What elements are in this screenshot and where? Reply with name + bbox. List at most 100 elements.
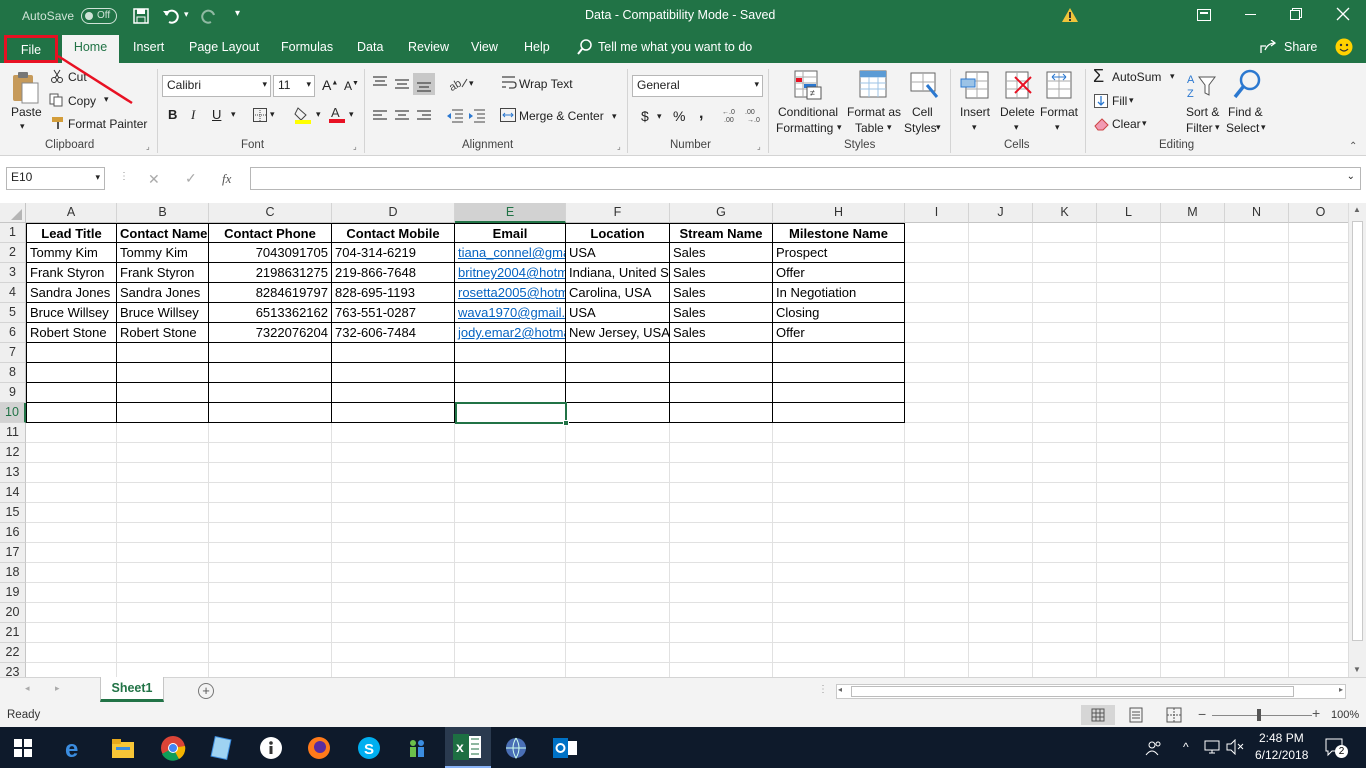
find-select-icon[interactable] bbox=[1232, 69, 1262, 101]
cut-icon[interactable] bbox=[50, 69, 64, 83]
decrease-decimal-icon[interactable]: .00 →.0 bbox=[745, 107, 761, 123]
cancel-entry-icon[interactable]: ✕ bbox=[148, 171, 160, 188]
header-cell[interactable]: Milestone Name bbox=[773, 223, 905, 243]
save-icon[interactable] bbox=[133, 8, 149, 24]
wrap-text-button[interactable]: Wrap Text bbox=[519, 77, 573, 91]
empty-cell[interactable] bbox=[773, 403, 905, 423]
format-as-table-icon[interactable] bbox=[858, 69, 890, 101]
data-cell[interactable]: 732-606-7484 bbox=[332, 323, 455, 343]
font-color-icon[interactable]: A bbox=[328, 105, 346, 123]
tab-review[interactable]: Review bbox=[408, 40, 449, 54]
merge-center-icon[interactable] bbox=[500, 108, 516, 122]
data-cell[interactable]: Carolina, USA bbox=[566, 283, 670, 303]
empty-cell[interactable] bbox=[773, 383, 905, 403]
copy-button[interactable]: Copy bbox=[68, 94, 96, 108]
data-cell[interactable]: Sales bbox=[670, 323, 773, 343]
scroll-down-icon[interactable]: ▼ bbox=[1353, 665, 1361, 674]
tab-page-layout[interactable]: Page Layout bbox=[189, 40, 259, 54]
copy-dropdown-icon[interactable]: ▾ bbox=[104, 94, 109, 105]
alignment-launcher-icon[interactable]: ⌟ bbox=[617, 142, 621, 151]
paste-icon[interactable] bbox=[10, 71, 40, 105]
tab-insert[interactable]: Insert bbox=[133, 40, 164, 54]
row-header-19[interactable]: 19 bbox=[0, 583, 26, 603]
empty-cell[interactable] bbox=[117, 403, 209, 423]
data-cell[interactable]: USA bbox=[566, 243, 670, 263]
row-header-22[interactable]: 22 bbox=[0, 643, 26, 663]
empty-cell[interactable] bbox=[566, 383, 670, 403]
empty-cell[interactable] bbox=[117, 383, 209, 403]
autosum-button[interactable]: AutoSum bbox=[1112, 70, 1161, 84]
header-cell[interactable]: Location bbox=[566, 223, 670, 243]
column-header-l[interactable]: L bbox=[1097, 203, 1161, 223]
empty-cell[interactable] bbox=[26, 403, 117, 423]
fill-color-dropdown-icon[interactable]: ▾ bbox=[316, 109, 321, 120]
row-header-20[interactable]: 20 bbox=[0, 603, 26, 623]
row-header-18[interactable]: 18 bbox=[0, 563, 26, 583]
column-header-b[interactable]: B bbox=[117, 203, 209, 223]
prev-sheet-icon[interactable]: ◂ bbox=[25, 683, 30, 694]
header-cell[interactable]: Stream Name bbox=[670, 223, 773, 243]
warning-icon[interactable] bbox=[1061, 7, 1079, 23]
empty-cell[interactable] bbox=[670, 383, 773, 403]
conditional-formatting-button[interactable]: Conditional bbox=[778, 105, 838, 119]
data-cell[interactable]: tiana_connel@gmail.com bbox=[455, 243, 566, 263]
data-cell[interactable]: Sandra Jones bbox=[117, 283, 209, 303]
column-header-o[interactable]: O bbox=[1289, 203, 1348, 223]
cell-styles-dropdown-icon[interactable]: ▾ bbox=[936, 122, 941, 133]
column-header-j[interactable]: J bbox=[969, 203, 1033, 223]
data-cell[interactable]: Frank Styron bbox=[117, 263, 209, 283]
clipboard-launcher-icon[interactable]: ⌟ bbox=[146, 142, 150, 151]
empty-cell[interactable] bbox=[117, 343, 209, 363]
globe-app-icon[interactable] bbox=[503, 735, 529, 761]
column-header-d[interactable]: D bbox=[332, 203, 455, 223]
delete-cells-icon[interactable] bbox=[1003, 69, 1033, 101]
eraser-icon[interactable] bbox=[1094, 117, 1110, 131]
conditional-formatting-dropdown-icon[interactable]: ▾ bbox=[837, 122, 842, 133]
zoom-slider[interactable] bbox=[1212, 715, 1312, 716]
underline-button[interactable]: U bbox=[212, 107, 221, 122]
network-icon[interactable] bbox=[1204, 739, 1222, 755]
autosave-toggle[interactable]: Off bbox=[81, 8, 117, 24]
chrome-icon[interactable] bbox=[160, 735, 186, 761]
data-cell[interactable]: Prospect bbox=[773, 243, 905, 263]
format-as-table-button[interactable]: Format as bbox=[847, 105, 901, 119]
lightbulb-search-icon[interactable] bbox=[577, 39, 593, 55]
data-cell[interactable]: 763-551-0287 bbox=[332, 303, 455, 323]
header-cell[interactable]: Email bbox=[455, 223, 566, 243]
orientation-icon[interactable]: ab bbox=[448, 75, 468, 91]
column-header-e[interactable]: E bbox=[455, 203, 566, 223]
delete-cells-button[interactable]: Delete bbox=[1000, 105, 1035, 119]
close-icon[interactable] bbox=[1336, 7, 1350, 21]
data-cell[interactable]: Robert Stone bbox=[26, 323, 117, 343]
data-cell[interactable]: rosetta2005@hotmail.com bbox=[455, 283, 566, 303]
row-header-4[interactable]: 4 bbox=[0, 283, 26, 303]
fill-button[interactable]: Fill bbox=[1112, 94, 1127, 108]
column-header-h[interactable]: H bbox=[773, 203, 905, 223]
data-cell[interactable]: Offer bbox=[773, 263, 905, 283]
data-cell[interactable]: 704-314-6219 bbox=[332, 243, 455, 263]
empty-cell[interactable] bbox=[332, 343, 455, 363]
data-cell[interactable]: Sales bbox=[670, 243, 773, 263]
bottom-align-icon[interactable] bbox=[413, 73, 435, 95]
top-align-icon[interactable] bbox=[372, 76, 388, 90]
firefox-icon[interactable] bbox=[306, 735, 332, 761]
formula-input[interactable]: ⌄ bbox=[250, 167, 1361, 190]
row-header-21[interactable]: 21 bbox=[0, 623, 26, 643]
scroll-left-icon[interactable]: ◂ bbox=[838, 685, 842, 694]
fill-down-icon[interactable] bbox=[1094, 94, 1108, 108]
row-header-15[interactable]: 15 bbox=[0, 503, 26, 523]
scroll-up-icon[interactable]: ▲ bbox=[1353, 205, 1361, 214]
autosum-dropdown-icon[interactable]: ▾ bbox=[1170, 71, 1175, 82]
data-cell[interactable]: Tommy Kim bbox=[26, 243, 117, 263]
insert-cells-dropdown-icon[interactable]: ▾ bbox=[972, 122, 977, 133]
empty-cell[interactable] bbox=[670, 343, 773, 363]
zoom-slider-thumb[interactable] bbox=[1257, 709, 1261, 721]
data-cell[interactable]: 828-695-1193 bbox=[332, 283, 455, 303]
empty-cell[interactable] bbox=[773, 363, 905, 383]
edge-browser-icon[interactable]: e bbox=[62, 735, 88, 761]
file-explorer-icon[interactable] bbox=[110, 735, 136, 761]
scroll-right-icon[interactable]: ▸ bbox=[1339, 685, 1343, 694]
data-cell[interactable]: Bruce Willsey bbox=[26, 303, 117, 323]
expand-formula-bar-icon[interactable]: ⌄ bbox=[1347, 171, 1355, 182]
row-header-6[interactable]: 6 bbox=[0, 323, 26, 343]
